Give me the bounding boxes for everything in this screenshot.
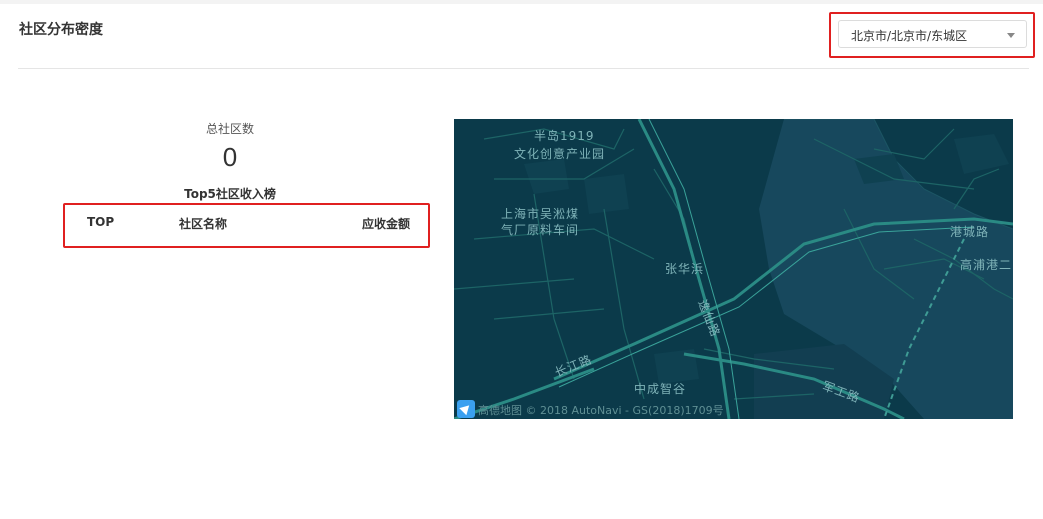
map-view[interactable]: 半岛1919 文化创意产业园 上海市吴淞煤 气厂原料车间 张华浜 港城路 高浦港… [454,119,1013,419]
map-attribution: 高德地图 © 2018 AutoNavi - GS(2018)1709号 [478,404,724,417]
top-border [0,0,1043,4]
column-header-top: TOP [87,215,115,229]
ranking-title: Top5社区收入榜 [184,187,276,201]
total-communities-value: 0 [222,142,238,172]
total-communities-label: 总社区数 [205,122,254,136]
amap-logo-icon [457,400,475,418]
map-label: 中成智谷 [634,382,687,396]
map-label: 上海市吴淞煤 [501,207,580,221]
column-header-amount: 应收金额 [362,217,411,231]
map-label: 半岛1919 [534,129,595,143]
caret-down-icon[interactable] [1007,33,1015,38]
map-label: 高浦港二 [960,258,1013,272]
region-select-value: 北京市/北京市/东城区 [851,29,968,43]
map-canvas [454,119,1013,419]
map-label: 气厂原料车间 [501,223,580,237]
header-divider [18,68,1029,69]
page-title: 社区分布密度 [19,22,103,38]
region-select[interactable]: 北京市/北京市/东城区 [838,20,1027,48]
map-label: 张华浜 [665,262,705,276]
map-label: 文化创意产业园 [514,147,606,161]
column-header-community-name: 社区名称 [179,217,228,231]
map-label: 港城路 [950,225,990,239]
